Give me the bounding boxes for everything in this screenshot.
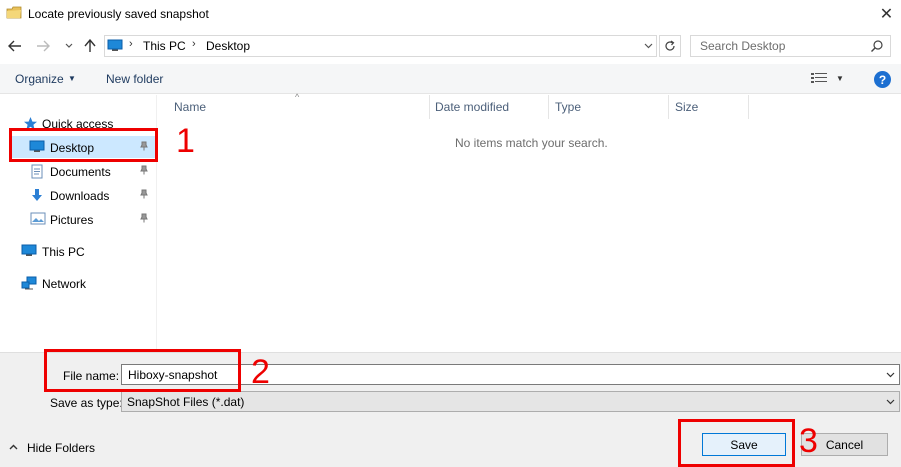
this-pc-icon [107, 39, 123, 52]
annotation-box-step-2 [44, 349, 241, 392]
chevron-up-icon[interactable] [9, 441, 18, 456]
breadcrumb-chevron-icon: › [192, 38, 196, 50]
save-as-type-label: Save as type: [50, 396, 123, 410]
sidebar-item-label: Network [42, 277, 87, 291]
save-as-type-chevron-down-icon[interactable] [883, 393, 897, 410]
search-placeholder: Search Desktop [700, 39, 786, 53]
breadcrumb-desktop[interactable]: Desktop [206, 39, 250, 53]
column-header-size[interactable]: Size [675, 100, 698, 114]
column-divider[interactable] [668, 95, 669, 119]
sidebar-item-network[interactable]: Network [0, 272, 157, 294]
column-header-date-modified[interactable]: Date modified [435, 100, 509, 114]
annotation-number-step-2: 2 [251, 353, 270, 391]
sidebar-item-label: This PC [42, 245, 85, 259]
pin-icon[interactable] [140, 189, 148, 202]
column-divider[interactable] [548, 95, 549, 119]
column-divider[interactable] [748, 95, 749, 119]
window-title: Locate previously saved snapshot [28, 7, 209, 21]
address-dropdown-chevron-icon[interactable] [640, 37, 656, 55]
network-icon [21, 276, 37, 291]
forward-arrow-icon[interactable] [34, 38, 52, 54]
column-header-type[interactable]: Type [555, 100, 581, 114]
sidebar-item-label: Downloads [50, 189, 110, 203]
organize-button[interactable]: Organize [15, 72, 64, 86]
refresh-icon[interactable] [659, 35, 681, 57]
sidebar-item-this-pc[interactable]: This PC [0, 240, 157, 262]
hide-folders-button[interactable]: Hide Folders [27, 441, 95, 455]
sidebar-item-documents[interactable]: Documents [0, 160, 157, 182]
computer-icon [21, 244, 37, 259]
sidebar-item-label: Documents [50, 165, 111, 179]
sidebar-item-downloads[interactable]: Downloads [0, 184, 157, 206]
save-as-type-select[interactable]: SnapShot Files (*.dat) [121, 391, 900, 412]
address-bar[interactable] [104, 35, 657, 57]
back-arrow-icon[interactable] [6, 38, 24, 54]
help-icon[interactable]: ? [874, 71, 891, 88]
column-header-name[interactable]: Name [174, 100, 206, 114]
annotation-box-step-3 [678, 419, 795, 467]
close-icon[interactable]: ✕ [872, 0, 901, 28]
column-divider[interactable] [429, 95, 430, 119]
breadcrumb-chevron-icon: › [129, 38, 133, 50]
view-chevron-down-icon[interactable]: ▼ [836, 74, 844, 83]
sidebar-item-label: Pictures [50, 213, 94, 227]
sidebar-item-pictures[interactable]: Pictures [0, 208, 157, 230]
organize-chevron-down-icon[interactable]: ▼ [68, 74, 76, 83]
pin-icon[interactable] [140, 165, 148, 178]
up-arrow-icon[interactable] [81, 38, 99, 54]
documents-icon [30, 164, 46, 179]
annotation-box-step-1 [9, 128, 158, 162]
annotation-number-step-1: 1 [176, 122, 195, 160]
breadcrumb-this-pc[interactable]: This PC [143, 39, 186, 53]
new-folder-button[interactable]: New folder [106, 72, 163, 86]
search-icon[interactable] [870, 39, 884, 53]
pictures-icon [30, 212, 46, 227]
empty-list-message: No items match your search. [455, 136, 608, 150]
annotation-number-step-3: 3 [799, 422, 818, 460]
download-arrow-icon [30, 188, 46, 203]
pin-icon[interactable] [140, 213, 148, 226]
folder-app-icon [6, 6, 22, 20]
sort-ascending-chevron-icon: ^ [295, 92, 300, 102]
file-name-chevron-down-icon[interactable] [883, 366, 897, 383]
recent-locations-chevron-down-icon[interactable] [60, 38, 78, 54]
view-options-icon[interactable] [811, 72, 827, 86]
